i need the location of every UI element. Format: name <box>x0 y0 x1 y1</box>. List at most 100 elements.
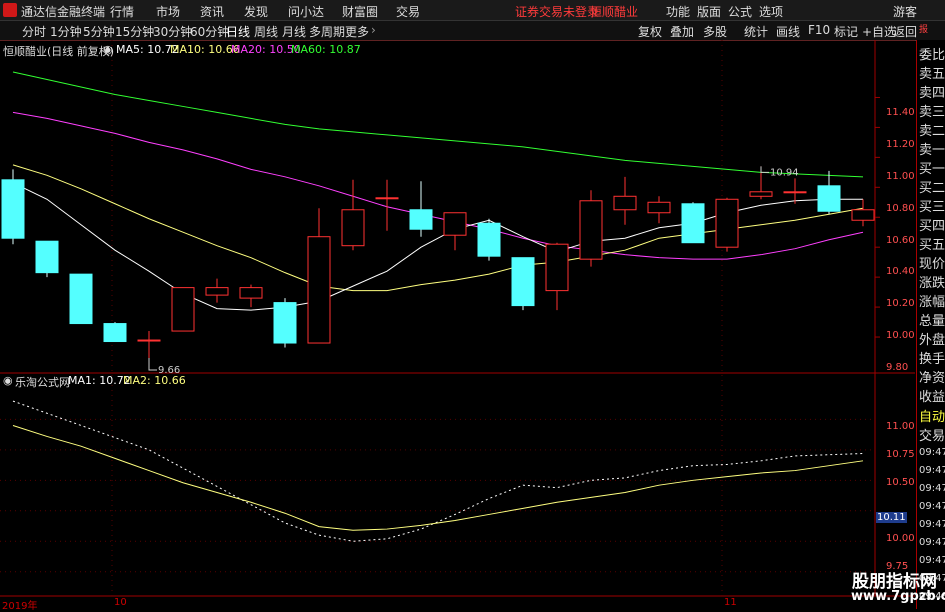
label-ask2: 卖二 <box>919 124 945 139</box>
label-bid4: 买四 <box>919 219 945 234</box>
high-mark-pointer <box>760 166 769 173</box>
candle-body <box>579 200 603 260</box>
candle-body <box>307 236 331 344</box>
toolbar-back[interactable]: 返回 <box>893 23 917 40</box>
chevron-right-icon[interactable]: › <box>371 23 376 37</box>
high-mark-label: 10.94 <box>770 167 799 178</box>
ytick: 10.20 <box>886 298 915 309</box>
ytick: 9.80 <box>886 362 909 373</box>
period-weekly[interactable]: 周线 <box>254 23 278 40</box>
label-ask5: 卖五 <box>919 67 945 82</box>
candle-body <box>341 209 365 247</box>
menu-wealth-circle[interactable]: 财富圈 <box>342 3 378 20</box>
toolbar-mark[interactable]: 标记 <box>834 23 858 40</box>
menu-ask-xiaoda[interactable]: 问小达 <box>288 3 324 20</box>
panel-header: 报 <box>919 25 929 35</box>
period-30min[interactable]: 30分钟 <box>153 23 192 40</box>
candle-body <box>511 257 535 307</box>
candle-body <box>477 222 501 257</box>
label-volume: 总量 <box>919 314 945 329</box>
x-axis: 2019年 10 11 <box>0 597 915 612</box>
menu-bar: 通达信金融终端 行情 市场 资讯 发现 问小达 财富圈 交易 证券交易未登录 恒… <box>0 0 945 21</box>
label-ask1: 卖一 <box>919 143 945 158</box>
label-net-asset: 净资 <box>919 371 945 386</box>
login-warning[interactable]: 证券交易未登录 <box>515 3 599 20</box>
trade-tab[interactable]: 交易 <box>919 425 945 444</box>
label-earnings: 收益 <box>919 390 945 405</box>
period-toolbar: 分时 1分钟 5分钟 15分钟 30分钟 60分钟 日线 周线 月线 多周期 更… <box>0 21 945 41</box>
trade-time: 09:47 <box>919 465 945 476</box>
ma10-label: MA10: 10.66 <box>170 43 240 56</box>
candle-body <box>681 203 705 244</box>
menu-trade[interactable]: 交易 <box>396 3 420 20</box>
label-bid3: 买三 <box>919 200 945 215</box>
settings-circle-icon[interactable]: ◉ <box>3 374 13 387</box>
label-bid2: 买二 <box>919 181 945 196</box>
ytick: 11.20 <box>886 139 915 150</box>
ytick: 11.00 <box>886 421 915 432</box>
period-multi[interactable]: 多周期 <box>309 23 345 40</box>
period-monthly[interactable]: 月线 <box>282 23 306 40</box>
trade-time: 09:47 <box>919 447 945 458</box>
toolbar-restore-right[interactable]: 复权 <box>638 23 662 40</box>
label-change: 涨跌 <box>919 276 945 291</box>
candle-body <box>715 198 739 248</box>
candle-body <box>443 212 467 236</box>
candle-body <box>69 273 93 325</box>
label-outer-volume: 外盘 <box>919 333 945 348</box>
toolbar-draw[interactable]: 画线 <box>776 23 800 40</box>
low-mark-pointer <box>148 358 157 371</box>
menu-options[interactable]: 选项 <box>759 3 783 20</box>
settings-circle-icon[interactable]: ◉ <box>103 43 113 56</box>
app-title: 通达信金融终端 <box>21 5 106 19</box>
period-intraday[interactable]: 分时 <box>22 23 46 40</box>
sub-ma2-line <box>12 424 864 531</box>
candle-body <box>749 191 773 197</box>
menu-market[interactable]: 市场 <box>156 3 180 20</box>
menu-formula[interactable]: 公式 <box>728 3 752 20</box>
candle-body <box>851 209 875 221</box>
candle-body <box>137 339 161 342</box>
x-label-oct: 10 <box>114 597 127 608</box>
label-change-pct: 涨幅 <box>919 295 945 310</box>
period-1min[interactable]: 1分钟 <box>50 23 82 40</box>
ytick: 10.00 <box>886 533 915 544</box>
period-more[interactable]: 更多 <box>345 23 369 40</box>
ma60-label: MA60: 10.87 <box>291 43 361 56</box>
sub-ma1-line <box>12 400 864 542</box>
candle-body <box>817 185 841 212</box>
menu-news[interactable]: 资讯 <box>200 3 224 20</box>
ytick: 10.40 <box>886 266 915 277</box>
menu-quotes[interactable]: 行情 <box>110 3 134 20</box>
candle-body <box>409 209 433 230</box>
candle-body <box>375 197 399 200</box>
toolbar-add-favorite[interactable]: +自选 <box>862 23 896 40</box>
ytick: 11.40 <box>886 107 915 118</box>
period-5min[interactable]: 5分钟 <box>83 23 115 40</box>
period-60min[interactable]: 60分钟 <box>190 23 229 40</box>
toolbar-f10[interactable]: F10 <box>808 23 830 37</box>
candle-body <box>35 240 59 274</box>
period-daily[interactable]: 日线 <box>226 23 250 40</box>
menu-function[interactable]: 功能 <box>666 3 690 20</box>
period-15min[interactable]: 15分钟 <box>115 23 154 40</box>
label-ask3: 卖三 <box>919 105 945 120</box>
menu-layout[interactable]: 版面 <box>697 3 721 20</box>
label-bid5: 买五 <box>919 238 945 253</box>
auto-tab[interactable]: 自动 <box>919 406 945 425</box>
candle-body <box>1 179 25 239</box>
trade-time: 09:47 <box>919 555 945 566</box>
ytick: 10.50 <box>886 477 915 488</box>
menu-discover[interactable]: 发现 <box>244 3 268 20</box>
label-turnover: 换手 <box>919 352 945 367</box>
toolbar-multi-stock[interactable]: 多股 <box>703 23 727 40</box>
sub-chart-title: 乐淘公式网 <box>15 376 70 389</box>
toolbar-overlay[interactable]: 叠加 <box>670 23 694 40</box>
candle-body <box>205 287 229 296</box>
toolbar-statistics[interactable]: 统计 <box>744 23 768 40</box>
candle-body <box>783 191 807 194</box>
guest-label[interactable]: 游客 <box>893 3 917 20</box>
kline-chart[interactable]: 10.949.66 <box>0 40 915 597</box>
current-value-badge: 10.11 <box>876 512 907 523</box>
candle-body <box>239 287 263 299</box>
